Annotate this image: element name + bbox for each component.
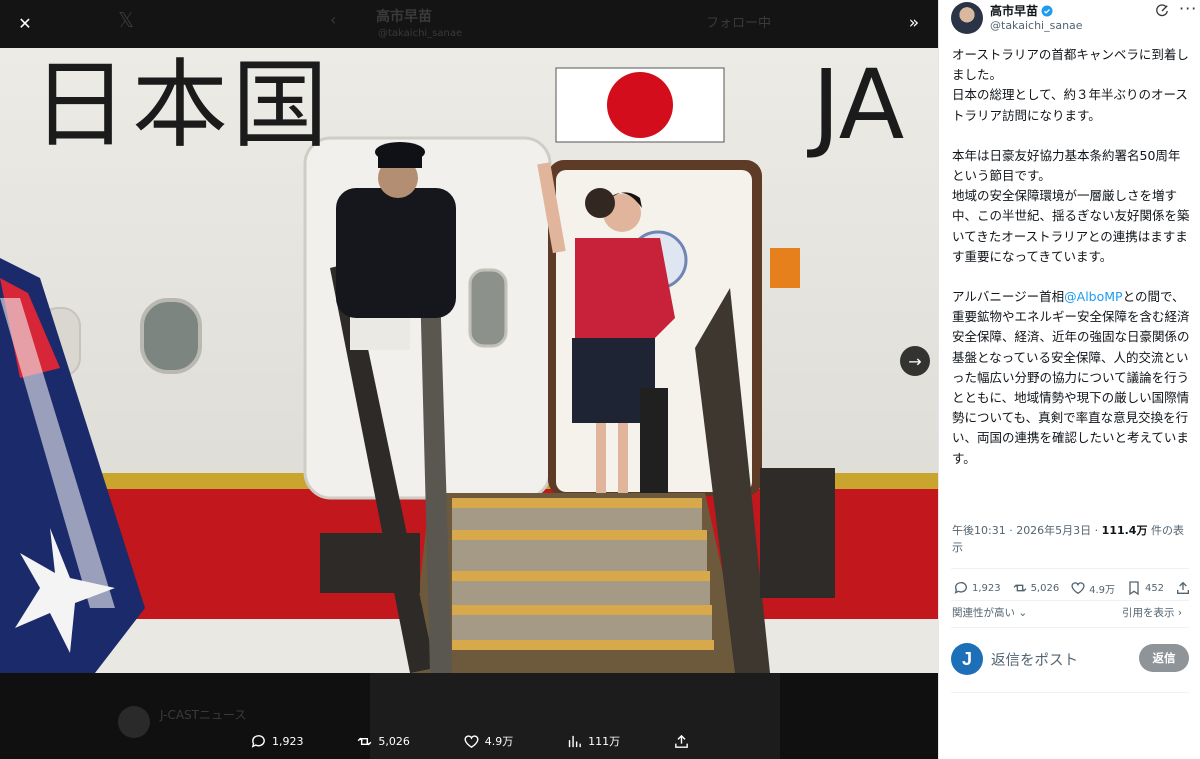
divider bbox=[951, 692, 1189, 693]
post-panel: 高市早苗 @takaichi_sanae ··· オーストラリアの首都キャンベラ… bbox=[938, 0, 1200, 759]
repost-icon bbox=[1013, 584, 1027, 592]
bookmark-button[interactable]: 452 bbox=[1126, 580, 1164, 596]
post-paragraph bbox=[952, 267, 1192, 287]
post-text: で、重要鉱物やエネルギー安全保障を含む経済安全保障、経済、近年の強固な日豪関係の… bbox=[952, 289, 1190, 466]
plane-lettering: 日本国 bbox=[32, 49, 332, 161]
post-view-count: 111.4万 bbox=[1101, 524, 1148, 537]
post-meta: 午後10:31 · 2026年5月3日 · 111.4万 件の表示 bbox=[952, 522, 1192, 556]
views-icon bbox=[568, 735, 581, 747]
post-photo[interactable]: 日本国 JA bbox=[0, 48, 938, 673]
share-icon bbox=[675, 734, 688, 748]
heart-icon bbox=[464, 734, 479, 748]
media-like-button[interactable]: 4.9万 bbox=[463, 733, 514, 750]
post-timestamp[interactable]: 午後10:31 · 2026年5月3日 · bbox=[952, 524, 1102, 537]
post-text: との間 bbox=[1122, 289, 1160, 305]
close-button[interactable]: ✕ bbox=[10, 8, 40, 38]
author-handle[interactable]: @takaichi_sanae bbox=[990, 19, 1083, 32]
grok-icon[interactable] bbox=[1155, 4, 1169, 18]
share-button[interactable] bbox=[1175, 580, 1191, 596]
like-count: 4.9万 bbox=[1089, 584, 1116, 596]
background-follow-button: フォロー中 bbox=[706, 16, 772, 31]
reply-submit-button[interactable]: 返信 bbox=[1139, 644, 1189, 672]
chevron-right-icon: › bbox=[1174, 607, 1183, 619]
view-quotes-link[interactable]: 引用を表示 › bbox=[1122, 605, 1182, 620]
next-image-button[interactable]: → bbox=[900, 346, 930, 376]
media-repost-button[interactable]: 5,026 bbox=[356, 733, 410, 750]
close-icon: ✕ bbox=[18, 13, 32, 33]
divider bbox=[951, 600, 1189, 601]
media-views-count: 111万 bbox=[588, 735, 621, 748]
background-header bbox=[0, 0, 938, 48]
like-button[interactable]: 4.9万 bbox=[1070, 580, 1115, 596]
chevron-down-icon: ⌄ bbox=[1015, 607, 1028, 619]
verified-badge-icon bbox=[1041, 5, 1053, 16]
post-paragraph: 地域の安全保障環境が一層厳しさを増す中、この半世紀、揺るぎない友好関係を築いてき… bbox=[952, 188, 1190, 264]
expand-panel-button[interactable]: » bbox=[899, 8, 929, 38]
divider bbox=[951, 627, 1189, 628]
background-news-name: J-CASTニュース bbox=[160, 708, 247, 722]
background-avatar bbox=[118, 706, 150, 738]
repost-button[interactable]: 5,026 bbox=[1012, 580, 1060, 596]
media-viewer: 𝕏 ‹ 高市早苗 @takaichi_sanae フォロー中 日本国 JA J-… bbox=[0, 0, 938, 759]
quotes-label: 引用を表示 bbox=[1122, 607, 1175, 619]
media-reply-count: 1,923 bbox=[272, 734, 304, 748]
post-paragraph-mention: アルバニージー首相@AlboMPとの間で、重要鉱物やエネルギー安全保障を含む経済… bbox=[952, 287, 1192, 469]
media-reply-button[interactable]: 1,923 bbox=[250, 733, 304, 750]
reply-count: 1,923 bbox=[972, 582, 1001, 594]
author-avatar[interactable] bbox=[951, 2, 983, 34]
back-arrow-background: ‹ bbox=[330, 10, 337, 29]
background-author-name: 高市早苗 bbox=[376, 9, 432, 25]
background-author-handle: @takaichi_sanae bbox=[378, 28, 463, 39]
reply-icon bbox=[251, 734, 265, 748]
more-options-icon[interactable]: ··· bbox=[1179, 0, 1197, 18]
post-action-bar: 1,923 5,026 4.9万 452 bbox=[953, 578, 1191, 598]
sort-label: 関連性が高い bbox=[952, 607, 1015, 619]
screen: 𝕏 ‹ 高市早苗 @takaichi_sanae フォロー中 日本国 JA J-… bbox=[0, 0, 1200, 759]
divider bbox=[951, 568, 1189, 569]
media-share-button[interactable] bbox=[673, 733, 690, 750]
reply-button[interactable]: 1,923 bbox=[953, 580, 1001, 596]
share-icon bbox=[1176, 581, 1189, 594]
double-chevron-icon: » bbox=[908, 13, 920, 33]
post-paragraph: 本年は日豪友好協力基本条約署名50周年という節目です。 bbox=[952, 147, 1181, 184]
post-header: 高市早苗 @takaichi_sanae ··· bbox=[951, 0, 1197, 36]
post-paragraph bbox=[952, 126, 1192, 146]
media-views-button[interactable]: 111万 bbox=[566, 733, 620, 750]
post-text: アルバニージー首相 bbox=[952, 289, 1065, 305]
sort-dropdown[interactable]: 関連性が高い ⌄ bbox=[952, 605, 1027, 620]
post-paragraph: オーストラリアの首都キャンベラに到着しました。 bbox=[952, 47, 1189, 83]
media-like-count: 4.9万 bbox=[484, 735, 514, 748]
bookmark-count: 452 bbox=[1144, 582, 1165, 594]
author-name: 高市早苗 bbox=[990, 4, 1039, 18]
reply-icon bbox=[954, 582, 967, 594]
bookmark-icon bbox=[1129, 581, 1139, 596]
repost-count: 5,026 bbox=[1030, 582, 1060, 594]
reply-input[interactable]: 返信をポスト bbox=[991, 649, 1078, 670]
media-repost-count: 5,026 bbox=[378, 734, 410, 748]
post-body: オーストラリアの首都キャンベラに到着しました。 日本の総理として、約３年半ぶりの… bbox=[952, 45, 1192, 469]
post-paragraph: 日本の総理として、約３年半ぶりのオーストラリア訪問になります。 bbox=[952, 87, 1188, 123]
repost-icon bbox=[357, 737, 372, 745]
author-name-row[interactable]: 高市早苗 bbox=[990, 2, 1053, 19]
plane-lettering-right: JA bbox=[812, 49, 905, 161]
heart-icon bbox=[1071, 582, 1085, 595]
x-logo-background: 𝕏 bbox=[118, 8, 135, 32]
arrow-right-icon: → bbox=[908, 351, 922, 371]
reply-composer: J 返信をポスト 返信 bbox=[951, 641, 1191, 679]
media-action-bar: 1,923 5,026 4.9万 111万 bbox=[250, 730, 690, 752]
mention-link[interactable]: @AlboMP bbox=[1064, 289, 1122, 304]
current-user-avatar[interactable]: J bbox=[951, 643, 983, 675]
